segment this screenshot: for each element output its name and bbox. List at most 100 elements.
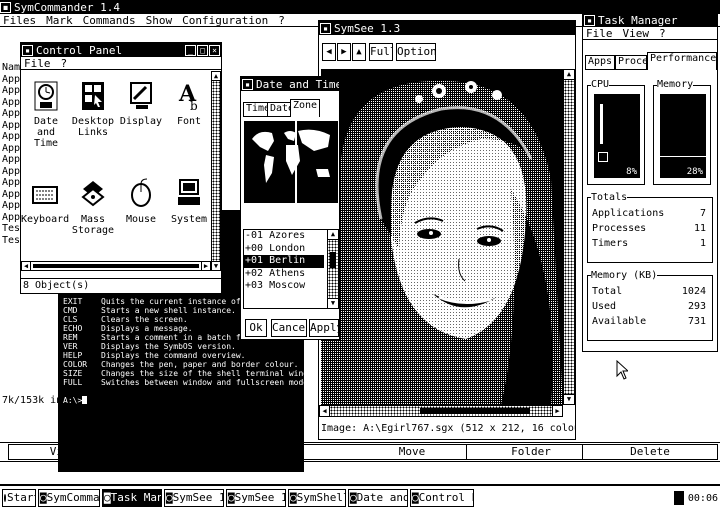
date-time-window: ▪ Date and Time Time Date Zone -01 Azore…: [240, 76, 340, 340]
list-item[interactable]: Appl: [2, 108, 22, 120]
tab-performance[interactable]: Performance: [647, 52, 717, 70]
stat-value: 293: [687, 301, 706, 312]
window-title: Task Manager: [598, 13, 678, 27]
list-item[interactable]: Appl: [2, 177, 22, 189]
start-button[interactable]: Start: [2, 489, 36, 507]
memory-kb-group: Memory (KB) Total 1024 Used 293 Available 7…: [587, 268, 713, 341]
list-item[interactable]: Nam: [2, 62, 22, 74]
menu-file[interactable]: File: [586, 27, 613, 39]
menu-view[interactable]: View: [623, 27, 650, 39]
up-arrow-icon[interactable]: ▲: [352, 43, 366, 61]
vertical-scrollbar[interactable]: ▲ ▼: [327, 230, 338, 308]
back-arrow-icon[interactable]: ◀: [322, 43, 336, 61]
icon-mouse[interactable]: Mouse: [117, 177, 165, 225]
taskbar-item-symshell[interactable]: ◙SymShell: [288, 489, 346, 507]
date-time-titlebar[interactable]: ▪ Date and Time: [241, 77, 339, 91]
vertical-scrollbar[interactable]: ▲ ▼: [563, 69, 575, 405]
zone-item[interactable]: -01 Azores: [244, 230, 338, 243]
scroll-up-icon[interactable]: ▲: [328, 230, 338, 240]
menu-mark[interactable]: Mark: [46, 14, 73, 26]
list-item[interactable]: Test: [2, 223, 22, 235]
scroll-up-icon[interactable]: ▲: [564, 70, 574, 80]
scroll-right-icon[interactable]: ▶: [201, 262, 210, 270]
menu-help[interactable]: ?: [61, 57, 68, 69]
menu-file[interactable]: File: [24, 57, 51, 69]
folder-button[interactable]: Folder: [466, 444, 596, 460]
menu-show[interactable]: Show: [146, 14, 173, 26]
taskbar-item-symsee-1[interactable]: ◙SymSee 1.3: [164, 489, 224, 507]
vertical-scrollbar[interactable]: ▲ ▼: [211, 71, 221, 271]
icon-font[interactable]: Ab Font: [167, 79, 211, 127]
maximize-icon[interactable]: □: [197, 44, 208, 56]
list-item[interactable]: Appl: [2, 212, 22, 224]
options-button[interactable]: Options...: [396, 43, 436, 61]
taskbar-item-symsee-2[interactable]: ◙SymSee 1.3: [226, 489, 286, 507]
scroll-up-icon[interactable]: ▲: [212, 72, 220, 81]
scroll-down-icon[interactable]: ▼: [328, 298, 338, 308]
tab-apps[interactable]: Apps.: [585, 55, 615, 70]
scroll-down-icon[interactable]: ▼: [564, 394, 574, 404]
horizontal-scrollbar[interactable]: ◀ ▶: [319, 405, 563, 417]
zone-item[interactable]: +02 Athens: [244, 268, 338, 281]
scroll-left-icon[interactable]: ◀: [320, 406, 330, 416]
zone-list[interactable]: -01 Azores +00 London +01 Berlin +02 Ath…: [243, 229, 339, 309]
menu-help[interactable]: ?: [278, 14, 285, 26]
taskbar-item-date-time[interactable]: ◙Date and Tim: [348, 489, 408, 507]
menu-help[interactable]: ?: [659, 27, 666, 39]
menu-configuration[interactable]: Configuration: [182, 14, 268, 26]
delete-button[interactable]: Delete: [582, 444, 718, 460]
control-panel-titlebar[interactable]: ▪ Control Panel _ □ ×: [21, 43, 221, 57]
task-manager-titlebar[interactable]: ▪ Task Manager: [583, 13, 717, 27]
totals-group: Totals Applications 7 Processes 11 Timers 1: [587, 190, 713, 263]
stat-label: Used: [592, 301, 617, 312]
list-item[interactable]: Appl: [2, 154, 22, 166]
shell-description: Starts a new shell instance.: [101, 306, 236, 315]
list-item[interactable]: Test: [2, 235, 22, 247]
menu-files[interactable]: Files: [3, 14, 36, 26]
totals-label: Totals: [591, 190, 628, 205]
list-item[interactable]: Appl: [2, 200, 22, 212]
tab-processes[interactable]: Proces.: [615, 55, 647, 70]
taskbar-item-task-manager[interactable]: ◙Task Manag: [102, 489, 162, 507]
tab-zone[interactable]: Zone: [290, 99, 321, 117]
scroll-down-icon[interactable]: ▼: [212, 261, 220, 270]
icon-keyboard[interactable]: Keyboard: [21, 177, 69, 225]
scroll-right-icon[interactable]: ▶: [552, 406, 562, 416]
icon-display[interactable]: Display: [117, 79, 165, 127]
scroll-left-icon[interactable]: ◀: [22, 262, 31, 270]
icon-mass-storage[interactable]: Mass Storage: [69, 177, 117, 236]
forward-arrow-icon[interactable]: ▶: [337, 43, 351, 61]
full-button[interactable]: Full: [369, 43, 393, 61]
taskbar-item-control-panel[interactable]: ◙Control Pane: [410, 489, 474, 507]
list-item[interactable]: Appl: [2, 131, 22, 143]
apply-button[interactable]: Apply: [309, 319, 339, 337]
list-item[interactable]: Appl: [2, 189, 22, 201]
list-item[interactable]: Appl: [2, 74, 22, 86]
zone-item[interactable]: +00 London: [244, 243, 338, 256]
minimize-icon[interactable]: _: [185, 44, 196, 56]
zone-item-selected[interactable]: +01 Berlin: [244, 255, 324, 268]
close-icon[interactable]: ×: [209, 44, 220, 56]
window-menu-icon[interactable]: ▪: [320, 22, 331, 34]
list-item[interactable]: Appl: [2, 120, 22, 132]
icon-date-time[interactable]: Date and Time: [23, 79, 69, 149]
ok-button[interactable]: Ok: [245, 319, 267, 337]
list-item[interactable]: Appl: [2, 97, 22, 109]
icon-system[interactable]: System: [165, 177, 213, 225]
cancel-button[interactable]: Cancel: [271, 319, 307, 337]
window-menu-icon[interactable]: ▪: [584, 14, 595, 26]
symsee-titlebar[interactable]: ▪ SymSee 1.3: [319, 21, 575, 35]
list-item[interactable]: Appl: [2, 143, 22, 155]
zone-item[interactable]: +03 Moscow: [244, 280, 338, 293]
menu-commands[interactable]: Commands: [83, 14, 136, 26]
taskbar-item-symcommander[interactable]: ◙SymCommand: [38, 489, 100, 507]
window-menu-icon[interactable]: ▪: [22, 44, 33, 56]
icon-desktop-links[interactable]: Desktop Links: [69, 79, 117, 138]
icon-label: Storage: [71, 225, 115, 236]
horizontal-scrollbar[interactable]: ◀ ▶: [21, 261, 211, 271]
window-menu-icon[interactable]: ▪: [242, 78, 253, 90]
tray-icon[interactable]: [673, 491, 684, 505]
list-item[interactable]: Appl: [2, 166, 22, 178]
shell-prompt[interactable]: A:\>: [63, 396, 82, 405]
list-item[interactable]: Appl: [2, 85, 22, 97]
